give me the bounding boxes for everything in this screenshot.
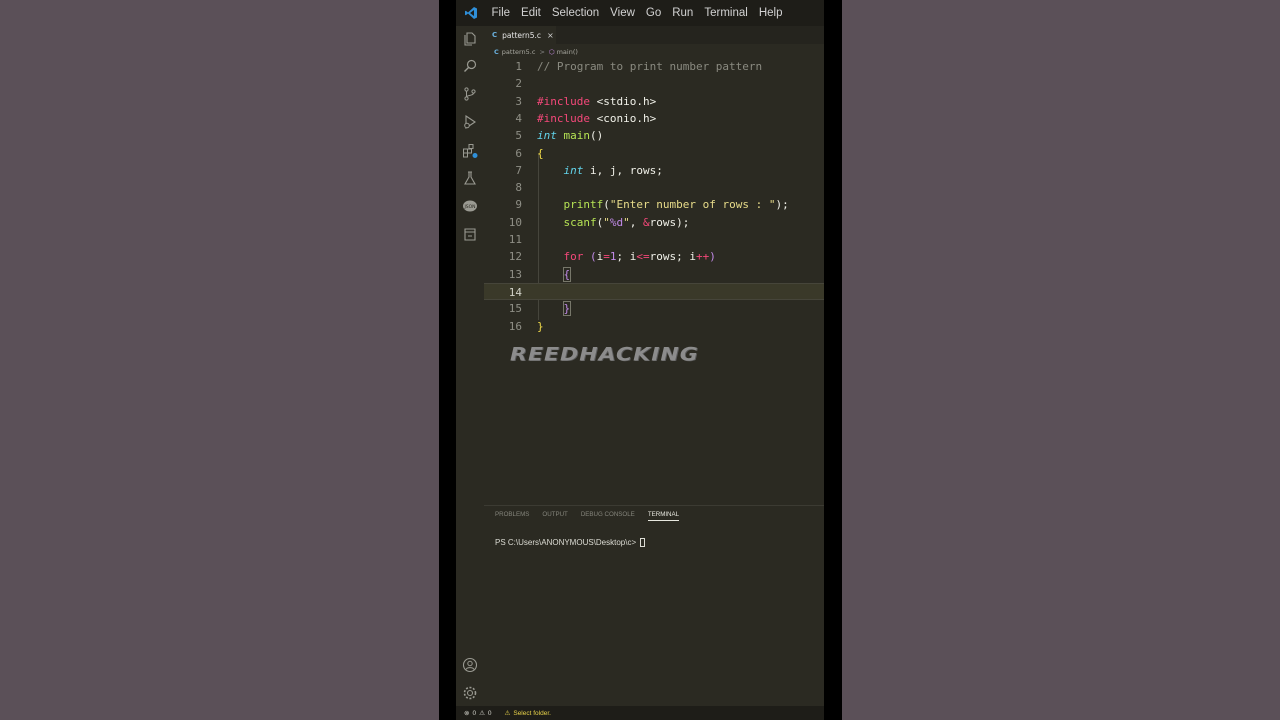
line-number: 15 bbox=[508, 302, 522, 316]
code-text: scanf("%d", &rows); bbox=[563, 215, 690, 229]
code-text: int i, j, rows; bbox=[563, 163, 663, 177]
code-line: 7 int i, j, rows; bbox=[484, 162, 824, 179]
code-line: 1 // Program to print number pattern bbox=[484, 58, 824, 75]
line-number: 2 bbox=[515, 77, 522, 91]
code-line: 13 { bbox=[484, 266, 824, 283]
editor-tab-bar: C pattern5.c × bbox=[484, 26, 824, 44]
code-text: } bbox=[562, 301, 572, 317]
line-number: 12 bbox=[508, 250, 522, 264]
menu-run[interactable]: Run bbox=[667, 7, 699, 19]
status-message: Select folder. bbox=[513, 709, 551, 717]
settings-gear-icon[interactable] bbox=[462, 685, 478, 701]
code-line: 5 int main() bbox=[484, 127, 824, 144]
code-line: 4 #include <conio.h> bbox=[484, 110, 824, 127]
line-number: 8 bbox=[515, 181, 522, 195]
code-line: 11 bbox=[484, 231, 824, 248]
testing-icon[interactable] bbox=[462, 170, 478, 186]
warning-icon: ⚠ bbox=[479, 710, 485, 717]
explorer-icon[interactable] bbox=[462, 31, 478, 47]
tab-problems[interactable]: PROBLEMS bbox=[495, 511, 529, 521]
menu-help[interactable]: Help bbox=[753, 7, 788, 19]
activity-bar: JSON bbox=[456, 26, 484, 706]
function-symbol-icon: ⬡ bbox=[548, 47, 555, 56]
error-count: 0 bbox=[472, 709, 477, 717]
code-text: // Program to print number pattern bbox=[537, 60, 763, 73]
code-text: { bbox=[562, 266, 572, 282]
code-text: printf("Enter number of rows : "); bbox=[563, 198, 789, 212]
line-number: 14 bbox=[508, 285, 522, 299]
line-number: 4 bbox=[515, 111, 522, 125]
tab-debug-console[interactable]: DEBUG CONSOLE bbox=[581, 511, 635, 521]
problems-status[interactable]: ⊗ 0 ⚠ 0 bbox=[464, 709, 495, 718]
vscode-logo-icon bbox=[456, 0, 486, 26]
source-control-icon[interactable] bbox=[462, 86, 478, 102]
terminal-input[interactable]: PS C:\Users\ANONYMOUS\Desktop\c> bbox=[495, 538, 646, 547]
terminal-cursor bbox=[640, 538, 646, 547]
menu-view[interactable]: View bbox=[605, 7, 641, 19]
code-text: int main() bbox=[537, 129, 604, 143]
line-number: 10 bbox=[508, 215, 522, 229]
c-file-icon: C bbox=[494, 47, 499, 56]
panel-tabs: PROBLEMS OUTPUT DEBUG CONSOLE TERMINAL bbox=[495, 511, 692, 521]
menu-edit[interactable]: Edit bbox=[516, 7, 547, 19]
code-line: 15 } bbox=[484, 300, 824, 317]
code-line: 8 bbox=[484, 179, 824, 196]
error-icon: ⊗ bbox=[464, 710, 470, 717]
tab-pattern5-c[interactable]: C pattern5.c × bbox=[484, 26, 556, 44]
line-number: 3 bbox=[515, 94, 522, 108]
code-text: for (i=1; i<=rows; i++) bbox=[563, 250, 716, 264]
code-text: #include <stdio.h> bbox=[537, 94, 657, 108]
bottom-panel: PROBLEMS OUTPUT DEBUG CONSOLE TERMINAL P… bbox=[484, 505, 824, 705]
code-line: 6 { bbox=[484, 145, 824, 162]
menu-selection[interactable]: Selection bbox=[546, 7, 604, 19]
remote-icon[interactable] bbox=[462, 226, 478, 242]
line-number: 11 bbox=[508, 233, 522, 246]
code-text: #include <conio.h> bbox=[537, 111, 657, 125]
line-number: 13 bbox=[508, 267, 522, 281]
watermark-logo: REEDHACKING bbox=[510, 344, 699, 366]
warning-icon: ⚠ bbox=[504, 710, 511, 717]
line-number: 16 bbox=[508, 319, 522, 333]
extensions-icon[interactable] bbox=[462, 143, 478, 159]
code-line: 3 #include <stdio.h> bbox=[484, 93, 824, 110]
breadcrumb-separator: > bbox=[539, 47, 545, 56]
line-number: 6 bbox=[515, 146, 522, 160]
code-editor[interactable]: 1 // Program to print number pattern 2 3… bbox=[484, 58, 824, 498]
menu-go[interactable]: Go bbox=[640, 7, 666, 19]
warning-count: 0 bbox=[487, 709, 492, 717]
terminal-prompt: PS C:\Users\ANONYMOUS\Desktop\c> bbox=[495, 538, 637, 547]
account-icon[interactable] bbox=[462, 657, 478, 673]
tab-terminal[interactable]: TERMINAL bbox=[647, 511, 680, 521]
breadcrumb-symbol[interactable]: main() bbox=[557, 48, 578, 56]
search-icon[interactable] bbox=[462, 58, 478, 74]
line-number: 1 bbox=[515, 60, 522, 73]
code-line: 9 printf("Enter number of rows : "); bbox=[484, 196, 824, 213]
code-line: 16 } bbox=[484, 318, 824, 335]
menu-file[interactable]: File bbox=[486, 7, 516, 19]
folder-status[interactable]: ⚠ Select folder. bbox=[504, 709, 554, 718]
code-text: } bbox=[537, 319, 544, 333]
breadcrumb: C pattern5.c > ⬡ main() bbox=[494, 46, 578, 57]
c-file-icon: C bbox=[492, 31, 498, 39]
tab-output[interactable]: OUTPUT bbox=[542, 511, 567, 521]
vscode-window: File Edit Selection View Go Run Terminal… bbox=[456, 0, 824, 720]
code-line-current[interactable]: 14 bbox=[484, 282, 824, 301]
svg-text:JSON: JSON bbox=[463, 204, 475, 210]
run-debug-icon[interactable] bbox=[462, 114, 478, 130]
code-line: 10 scanf("%d", &rows); bbox=[484, 214, 824, 231]
code-line: 12 for (i=1; i<=rows; i++) bbox=[484, 248, 824, 265]
code-line: 2 bbox=[484, 75, 824, 92]
tab-label: pattern5.c bbox=[502, 30, 541, 40]
menu-terminal[interactable]: Terminal bbox=[699, 7, 753, 19]
code-text: { bbox=[537, 146, 544, 160]
json-icon[interactable]: JSON bbox=[462, 198, 478, 214]
close-icon[interactable]: × bbox=[547, 31, 554, 40]
line-number: 7 bbox=[515, 163, 522, 177]
menu-bar: File Edit Selection View Go Run Terminal… bbox=[456, 0, 824, 26]
breadcrumb-file[interactable]: pattern5.c bbox=[502, 48, 536, 56]
status-bar: ⊗ 0 ⚠ 0 ⚠ Select folder. bbox=[456, 706, 824, 720]
line-number: 9 bbox=[515, 198, 522, 212]
line-number: 5 bbox=[515, 129, 522, 143]
